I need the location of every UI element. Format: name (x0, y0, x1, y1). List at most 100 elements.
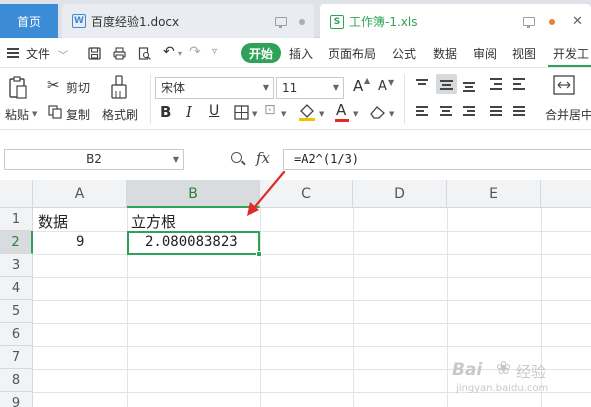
cell-a1[interactable]: 数据 (38, 211, 68, 232)
print-icon[interactable] (113, 47, 126, 60)
scissors-icon[interactable]: ✂ (47, 76, 60, 94)
menu-view[interactable]: 视图 (512, 45, 536, 62)
fill-color-icon[interactable] (298, 103, 316, 121)
merge-center-button[interactable]: 合并居中 (545, 106, 591, 123)
ribbon-toolbar: 粘贴 ▼ ✂ 剪切 复制 格式刷 宋体 ▼ 11 ▼ A ▲ A ▼ B I U… (0, 68, 591, 130)
decrease-font-icon[interactable]: A (378, 79, 387, 94)
italic-button[interactable]: I (186, 103, 192, 121)
row-header-3[interactable]: 3 (0, 254, 33, 277)
undo-dropdown-icon[interactable]: ▾ (178, 49, 182, 58)
menu-developer[interactable]: 开发工 (553, 45, 589, 62)
paste-label[interactable]: 粘贴 (5, 106, 29, 123)
font-size-select[interactable]: 11 ▼ (276, 77, 344, 99)
watermark-brand-cn: 经验 (516, 363, 547, 381)
row-header-2[interactable]: 2 (0, 231, 33, 254)
menu-insert[interactable]: 插入 (289, 45, 313, 62)
eraser-dropdown-icon[interactable]: ▼ (389, 110, 394, 118)
ribbon-separator (150, 74, 151, 124)
underline-button[interactable]: U (209, 103, 219, 119)
menu-page-layout[interactable]: 页面布局 (328, 45, 376, 62)
borders-dropdown-icon[interactable]: ▼ (252, 110, 257, 118)
align-middle-button[interactable] (436, 74, 457, 94)
hamburger-menu-icon[interactable] (7, 48, 19, 58)
redo-icon[interactable]: ↷ (189, 44, 201, 60)
menu-file[interactable]: 文件 (26, 45, 50, 62)
customize-icon[interactable]: ▿ (212, 46, 217, 57)
borders-icon[interactable] (234, 105, 249, 120)
monitor-icon[interactable] (523, 17, 535, 28)
word-file-icon: W (72, 14, 86, 28)
column-header-d[interactable]: D (353, 180, 447, 208)
font-color-dropdown-icon[interactable]: ▼ (353, 110, 358, 118)
select-all-corner[interactable] (0, 180, 33, 208)
print-preview-icon[interactable] (138, 47, 151, 60)
watermark-url: jingyan.baidu.com (456, 383, 549, 394)
tab-status-dot (299, 19, 305, 25)
row-header-6[interactable]: 6 (0, 323, 33, 346)
tab-start[interactable]: 开始 (241, 43, 281, 63)
row-header-9[interactable]: 9 (0, 392, 33, 407)
column-header-c[interactable]: C (260, 180, 353, 208)
zoom-icon[interactable] (231, 152, 242, 163)
fx-icon[interactable]: fx (256, 149, 270, 167)
copy-icon[interactable] (48, 105, 62, 119)
fill-color-dropdown-icon[interactable]: ▼ (319, 110, 324, 118)
row-header-1[interactable]: 1 (0, 208, 33, 231)
font-color-icon[interactable]: A (336, 101, 346, 119)
undo-icon[interactable]: ↶ (163, 44, 175, 60)
tab-title: 百度经验1.docx (91, 14, 180, 29)
copy-button[interactable]: 复制 (66, 106, 90, 123)
paw-icon: ❀ (496, 358, 512, 379)
chevron-down-icon: ▼ (172, 155, 179, 164)
border-style-dropdown-icon[interactable]: ▼ (281, 110, 286, 118)
gridline (260, 208, 261, 407)
column-header-b[interactable]: B (127, 180, 260, 208)
close-icon[interactable]: ✕ (572, 14, 583, 29)
font-name-value: 宋体 (161, 81, 186, 95)
save-icon[interactable] (88, 47, 101, 60)
chevron-down-icon: ▼ (262, 83, 269, 92)
monitor-icon[interactable] (275, 17, 287, 28)
spreadsheet-grid[interactable]: A B C D E 1 2 3 4 5 6 7 8 9 数据 立方根 9 2.0… (0, 180, 591, 407)
ribbon-separator (404, 74, 405, 124)
fill-handle[interactable] (256, 251, 262, 257)
selected-cell-border[interactable] (127, 231, 260, 255)
border-style-icon[interactable]: ⊡ (264, 102, 276, 118)
gridline (33, 300, 591, 301)
tab-word-document[interactable]: W 百度经验1.docx (62, 4, 314, 38)
chevron-down-icon[interactable]: ﹀ (58, 47, 68, 62)
menu-underline (548, 65, 591, 67)
column-header-e[interactable]: E (447, 180, 541, 208)
increase-font-icon[interactable]: A (353, 77, 363, 95)
format-painter-button[interactable]: 格式刷 (102, 106, 138, 123)
format-painter-icon[interactable] (110, 75, 128, 101)
cell-b1[interactable]: 立方根 (131, 211, 176, 232)
font-color-swatch (335, 119, 349, 122)
row-header-4[interactable]: 4 (0, 277, 33, 300)
eraser-icon[interactable] (369, 105, 386, 119)
cut-button[interactable]: 剪切 (66, 79, 90, 96)
watermark-brand: Bai (452, 360, 483, 380)
tab-spreadsheet[interactable]: S 工作簿-1.xls ✕ (320, 4, 591, 39)
name-box[interactable]: B2 ▼ (4, 149, 184, 170)
merge-center-icon[interactable] (553, 75, 575, 95)
gridline (33, 277, 591, 278)
gridline (447, 208, 448, 407)
menu-review[interactable]: 审阅 (473, 45, 497, 62)
paste-icon[interactable] (8, 76, 28, 100)
column-header-a[interactable]: A (33, 180, 127, 208)
row-header-7[interactable]: 7 (0, 346, 33, 369)
cell-a2[interactable]: 9 (76, 234, 84, 250)
spreadsheet-file-icon: S (330, 14, 344, 29)
font-name-select[interactable]: 宋体 ▼ (155, 77, 274, 99)
gridline (33, 346, 591, 347)
gridline (33, 231, 591, 232)
menu-data[interactable]: 数据 (433, 45, 457, 62)
row-header-5[interactable]: 5 (0, 300, 33, 323)
bold-button[interactable]: B (160, 103, 171, 121)
paste-dropdown-icon[interactable]: ▼ (32, 110, 37, 118)
menu-formula[interactable]: 公式 (392, 45, 416, 62)
formula-input[interactable]: =A2^(1/3) (283, 149, 591, 170)
home-tab[interactable]: 首页 (0, 4, 58, 38)
row-header-8[interactable]: 8 (0, 369, 33, 392)
